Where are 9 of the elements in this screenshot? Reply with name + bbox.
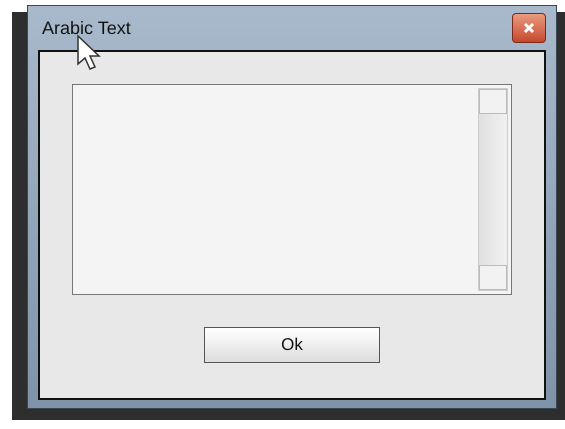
close-button[interactable] [512,13,546,43]
scroll-down-button[interactable] [479,265,507,290]
ok-button[interactable]: Ok [204,327,380,363]
text-area[interactable] [72,84,512,295]
close-icon [523,22,535,34]
scrollbar[interactable] [478,88,508,291]
scroll-up-button[interactable] [479,89,507,114]
window-title: Arabic Text [41,16,131,40]
mouse-pointer-icon [76,34,102,72]
